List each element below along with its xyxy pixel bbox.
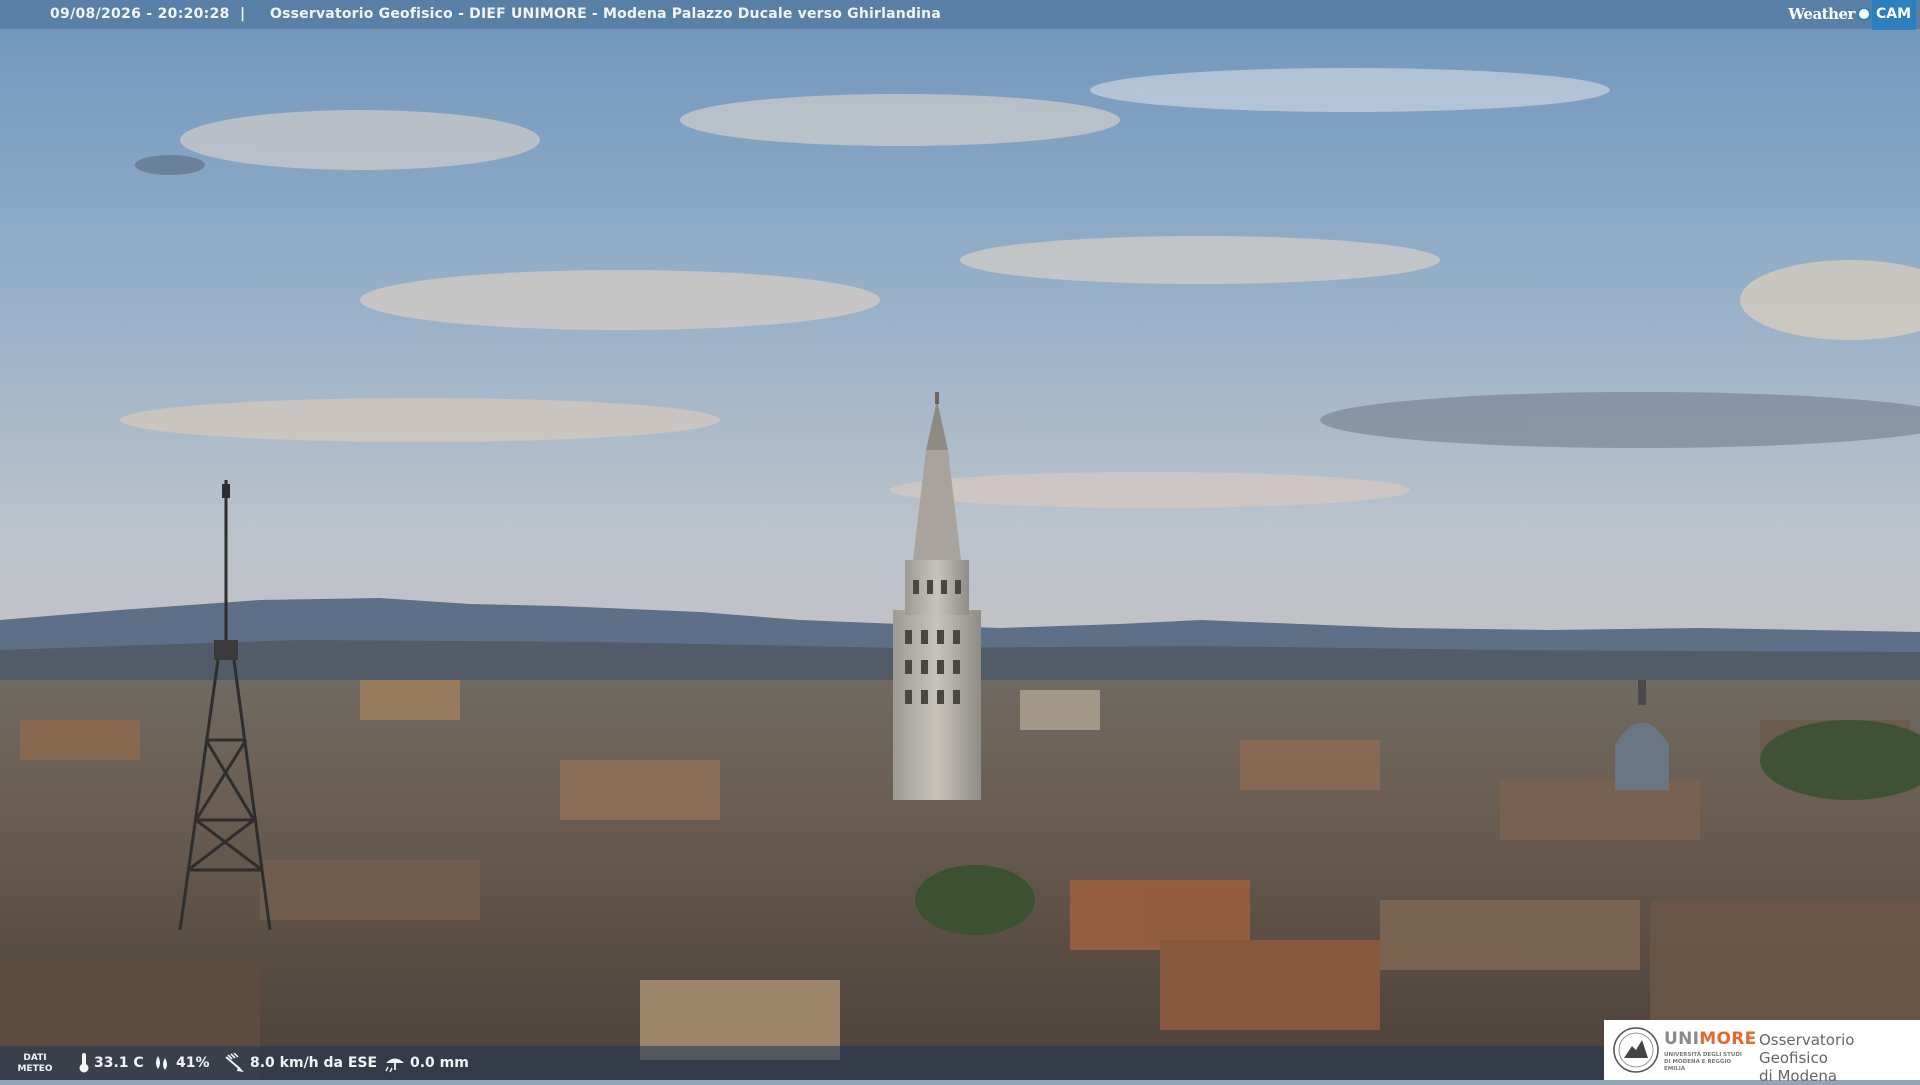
weather-data-label: DATI METEO: [10, 1053, 60, 1075]
wind-value: 8.0 km/h da ESE: [250, 1055, 378, 1071]
temperature-value: 33.1 C: [94, 1055, 144, 1071]
temperature-readout: 33.1 C: [78, 1046, 144, 1080]
weathercam-word: Weather: [1788, 4, 1855, 23]
rain-value: 0.0 mm: [410, 1055, 469, 1071]
unimore-wordmark: UNIMORE: [1664, 1029, 1757, 1049]
unimore-logo-box: UNIMORE UNIVERSITÀ DEGLI STUDI DI MODENA…: [1604, 1020, 1920, 1085]
humidity-value: 41%: [176, 1055, 210, 1071]
unimore-subtitle: UNIVERSITÀ DEGLI STUDI DI MODENA E REGGI…: [1664, 1052, 1742, 1072]
wind-readout: 8.0 km/h da ESE: [224, 1046, 377, 1080]
wind-icon: [225, 1053, 244, 1072]
observatory-name-line1: Osservatorio Geofisico: [1759, 1031, 1855, 1067]
weathercam-logo: Weather CAM: [1788, 0, 1916, 30]
thermometer-icon: [79, 1053, 89, 1073]
droplet-icon: [156, 1056, 167, 1070]
rain-readout: 0.0 mm: [384, 1046, 469, 1080]
weathercam-cam: CAM: [1871, 0, 1916, 30]
top-info-bar: 09/08/2026 - 20:20:28 | Osservatorio Geo…: [0, 0, 1920, 30]
unimore-uni: UNI: [1664, 1029, 1700, 1049]
humidity-readout: 41%: [152, 1046, 210, 1080]
unimore-seal-icon: [1613, 1027, 1659, 1073]
weather-data-bar: DATI METEO 33.1 C 41% 8.0 km/h da ESE 0.…: [0, 1046, 1604, 1080]
camera-lens-icon: [1856, 7, 1871, 21]
weather-data-label-line1: DATI: [23, 1053, 47, 1063]
unimore-more: MORE: [1699, 1029, 1757, 1049]
camera-title: Osservatorio Geofisico - DIEF UNIMORE - …: [270, 6, 941, 22]
observatory-name-line2: di Modena: [1759, 1067, 1838, 1085]
observatory-name: Osservatorio Geofisico di Modena: [1759, 1031, 1919, 1085]
timestamp: 09/08/2026 - 20:20:28: [50, 6, 230, 22]
weather-data-label-line2: METEO: [17, 1064, 53, 1074]
rain-icon: [385, 1058, 404, 1073]
webcam-image: [0, 0, 1920, 1080]
header-separator: |: [240, 6, 246, 22]
